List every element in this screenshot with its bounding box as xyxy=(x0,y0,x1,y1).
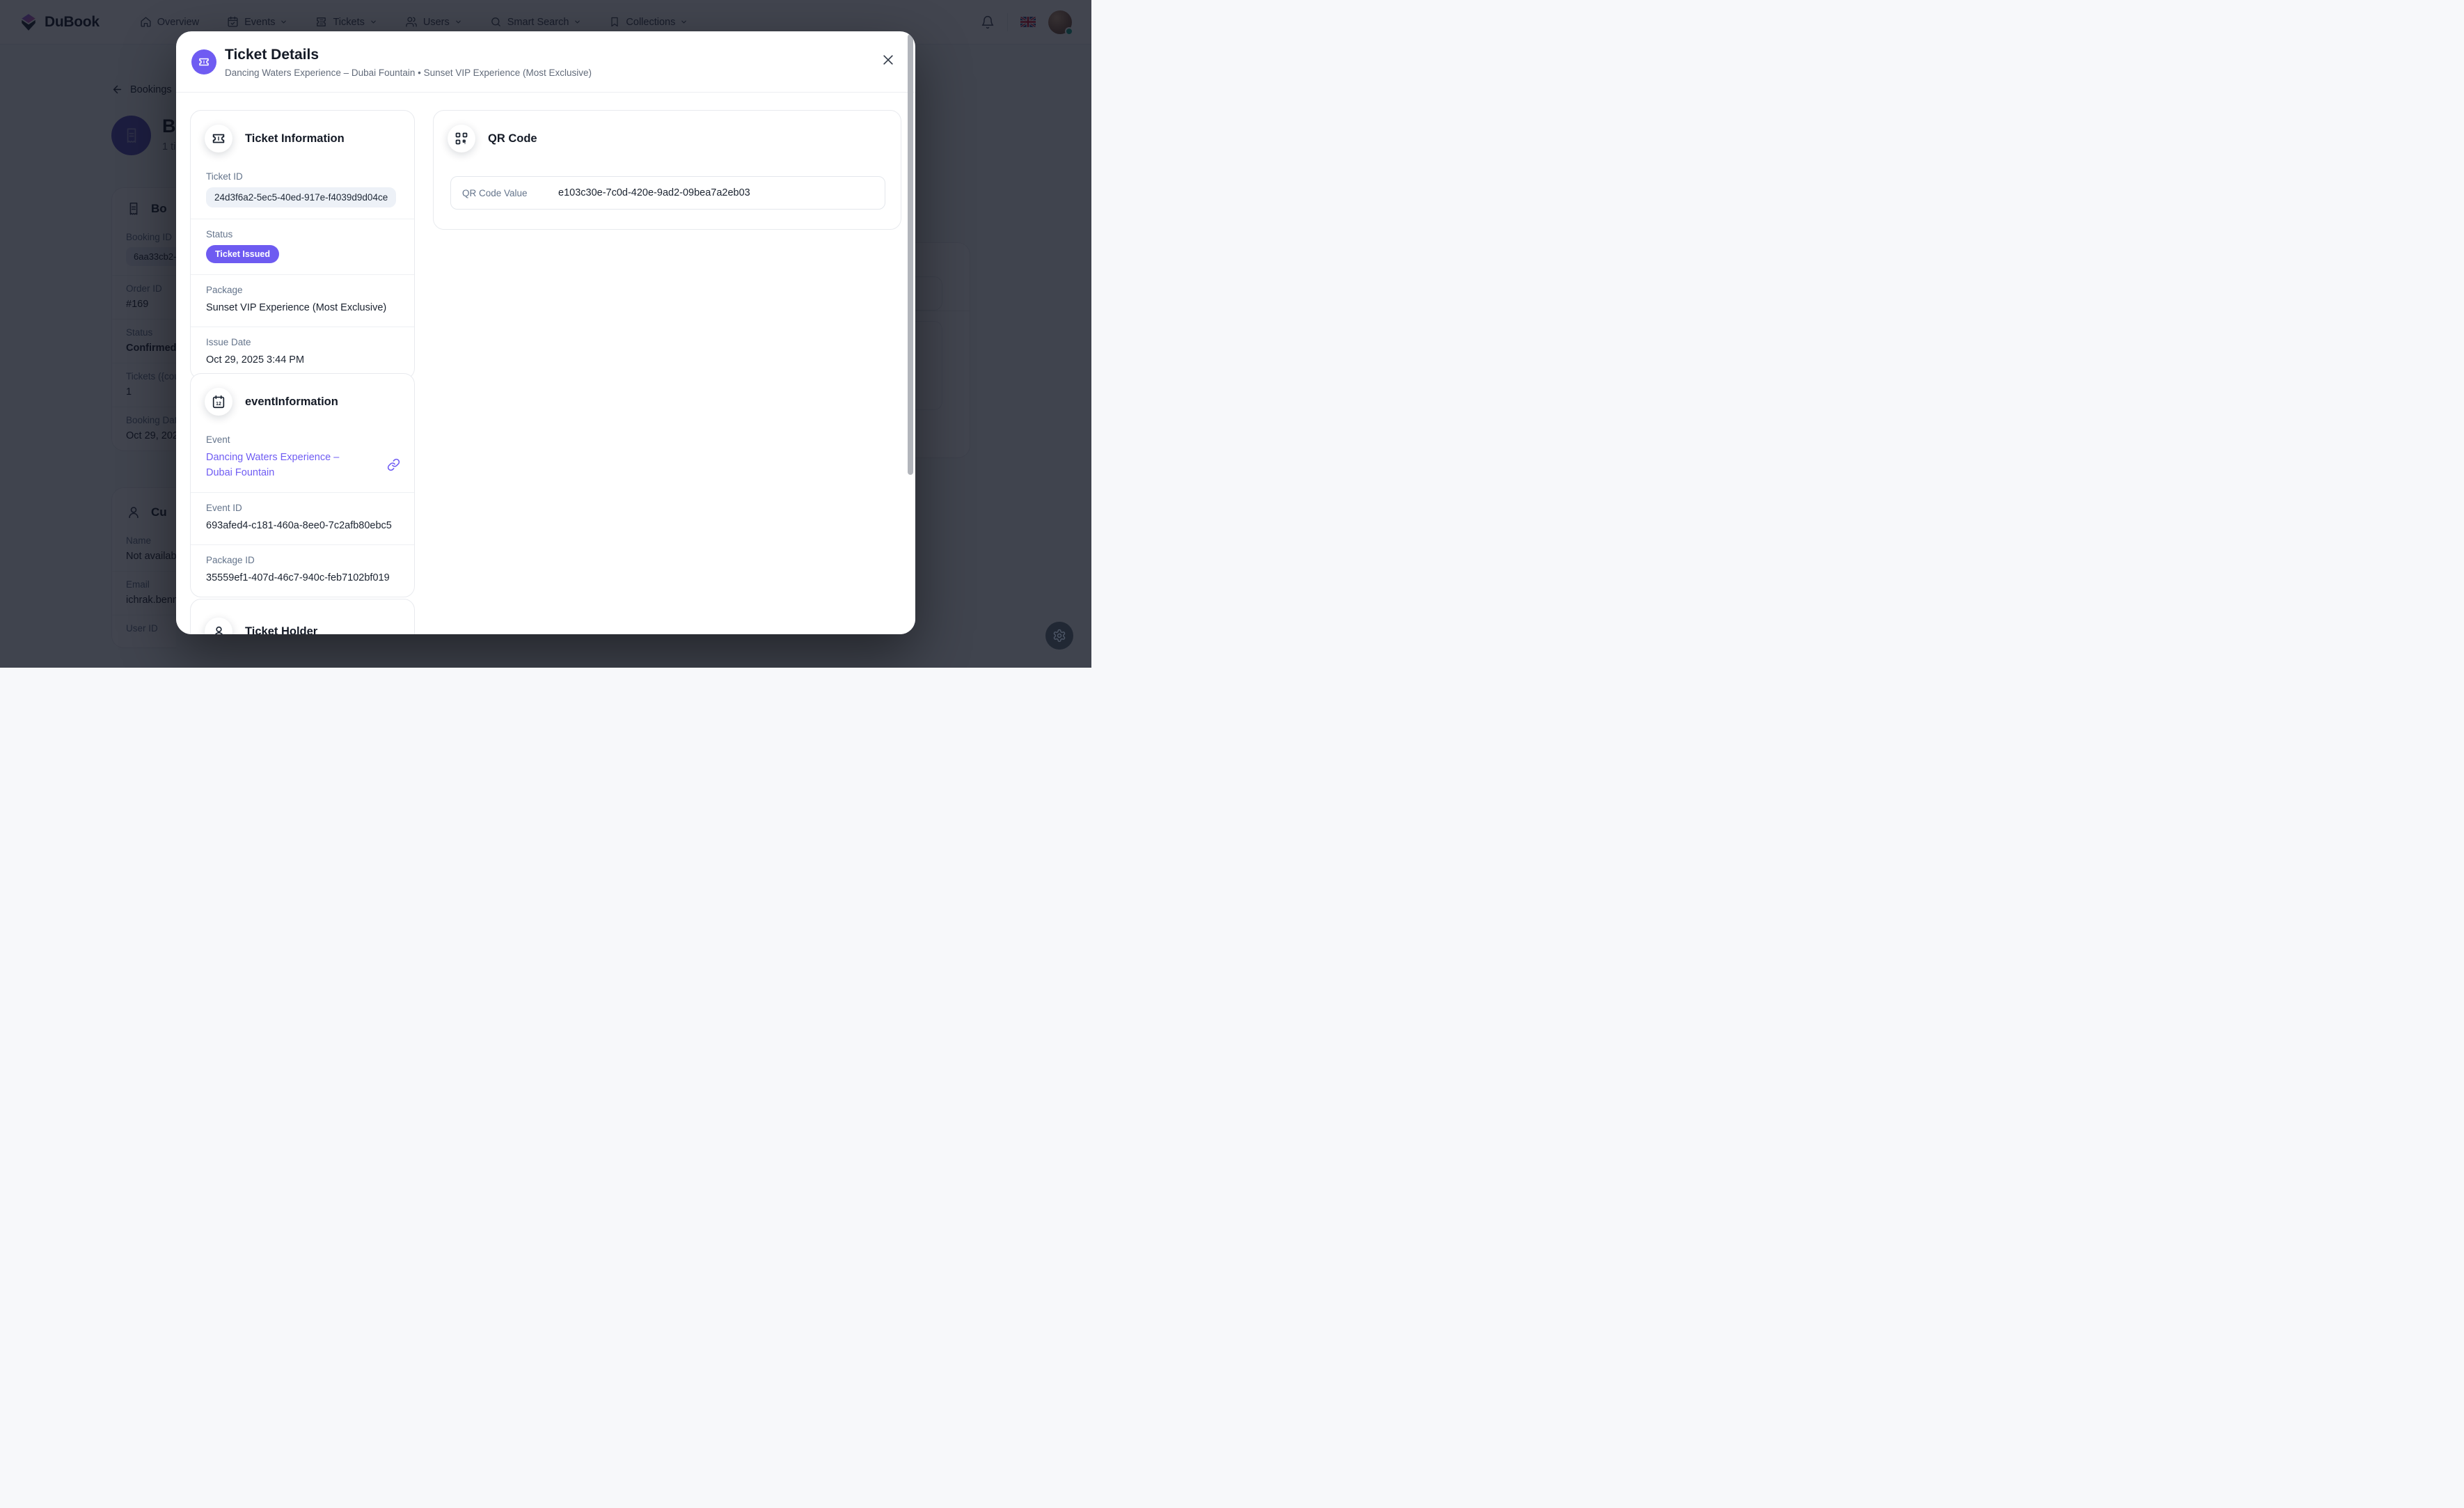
calendar-icon-bubble: 12 xyxy=(205,388,232,416)
field-ticket-id: Ticket ID 24d3f6a2-5ec5-40ed-917e-f4039d… xyxy=(191,162,414,219)
qr-code-icon xyxy=(455,132,468,146)
modal-title: Ticket Details xyxy=(225,47,319,63)
ticket-holder-title: Ticket Holder xyxy=(245,625,317,635)
qr-code-card: QR Code QR Code Value e103c30e-7c0d-420e… xyxy=(433,110,901,230)
ticket-information-title: Ticket Information xyxy=(245,132,345,146)
qr-code-header: QR Code xyxy=(434,111,901,162)
ticket-information-card: Ticket Information Ticket ID 24d3f6a2-5e… xyxy=(190,110,415,379)
link-icon[interactable] xyxy=(387,458,400,471)
modal-header: Ticket Details Dancing Waters Experience… xyxy=(176,31,915,93)
ticket-information-header: Ticket Information xyxy=(191,111,414,162)
ticket-id-pill: 24d3f6a2-5ec5-40ed-917e-f4039d9d04ce xyxy=(206,187,396,207)
close-button[interactable] xyxy=(880,52,896,68)
modal-ticket-icon-bubble xyxy=(191,49,216,74)
ticket-icon xyxy=(211,131,226,146)
modal-subtitle: Dancing Waters Experience – Dubai Founta… xyxy=(225,68,592,78)
event-information-title: eventInformation xyxy=(245,395,338,409)
close-icon xyxy=(881,53,895,67)
event-link[interactable]: Dancing Waters Experience – Dubai Founta… xyxy=(206,450,358,481)
qr-icon-bubble xyxy=(448,125,475,152)
ticket-holder-card: Ticket Holder xyxy=(190,599,415,634)
qr-value-row: QR Code Value e103c30e-7c0d-420e-9ad2-09… xyxy=(450,176,885,210)
calendar-12-icon: 12 xyxy=(211,394,226,409)
gear-icon xyxy=(1052,629,1066,643)
field-event: Event Dancing Waters Experience – Dubai … xyxy=(191,425,414,492)
event-information-header: 12 eventInformation xyxy=(191,374,414,425)
user-icon-bubble xyxy=(205,618,232,634)
settings-fab[interactable] xyxy=(1045,622,1073,650)
field-package-id: Package ID 35559ef1-407d-46c7-940c-feb71… xyxy=(191,544,414,597)
user-icon xyxy=(212,625,226,635)
qr-code-title: QR Code xyxy=(488,132,537,146)
ticket-holder-header: Ticket Holder xyxy=(191,599,414,634)
qr-value: e103c30e-7c0d-420e-9ad2-09bea7a2eb03 xyxy=(558,187,750,198)
status-badge: Ticket Issued xyxy=(206,245,279,263)
field-issue-date: Issue Date Oct 29, 2025 3:44 PM xyxy=(191,327,414,379)
modal-scrollbar-thumb[interactable] xyxy=(908,34,913,475)
event-information-card: 12 eventInformation Event Dancing Waters… xyxy=(190,373,415,597)
qr-value-label: QR Code Value xyxy=(462,188,558,198)
ticket-details-modal: Ticket Details Dancing Waters Experience… xyxy=(176,31,915,634)
ticket-icon xyxy=(198,56,210,68)
modal-body: Ticket Information Ticket ID 24d3f6a2-5e… xyxy=(176,93,915,634)
screen: DuBook Overview Events Tickets Users xyxy=(0,0,1091,668)
field-status: Status Ticket Issued xyxy=(191,219,414,274)
field-event-id: Event ID 693afed4-c181-460a-8ee0-7c2afb8… xyxy=(191,492,414,544)
svg-text:12: 12 xyxy=(216,402,221,407)
field-package: Package Sunset VIP Experience (Most Excl… xyxy=(191,274,414,327)
ticket-icon-bubble xyxy=(205,125,232,152)
